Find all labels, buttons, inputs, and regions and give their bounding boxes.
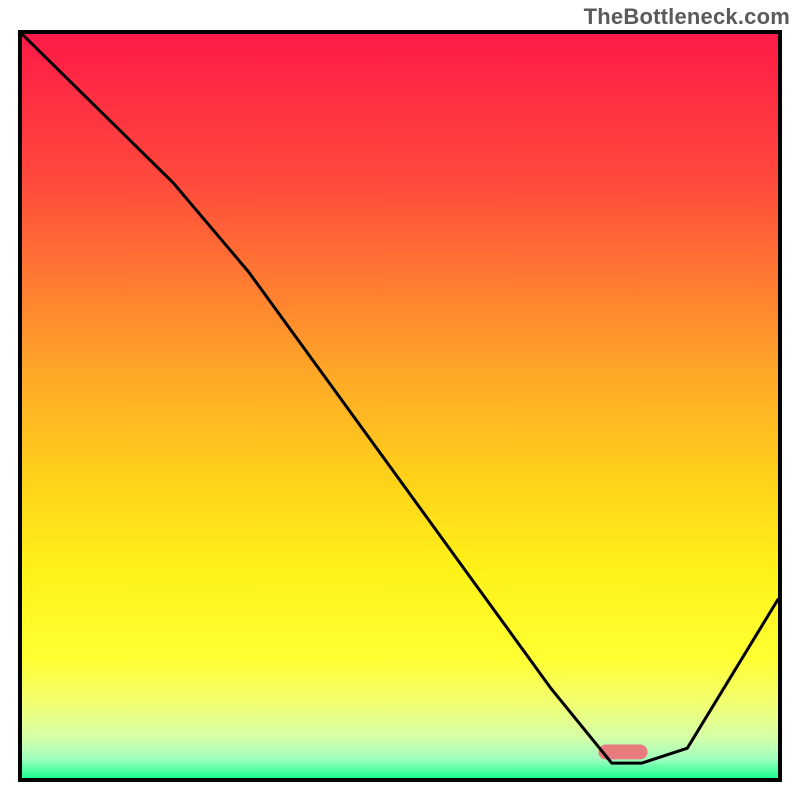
figure-canvas: TheBottleneck.com — [0, 0, 800, 800]
watermark-text: TheBottleneck.com — [584, 4, 790, 30]
chart-svg — [22, 34, 778, 778]
chart-frame — [18, 30, 782, 782]
